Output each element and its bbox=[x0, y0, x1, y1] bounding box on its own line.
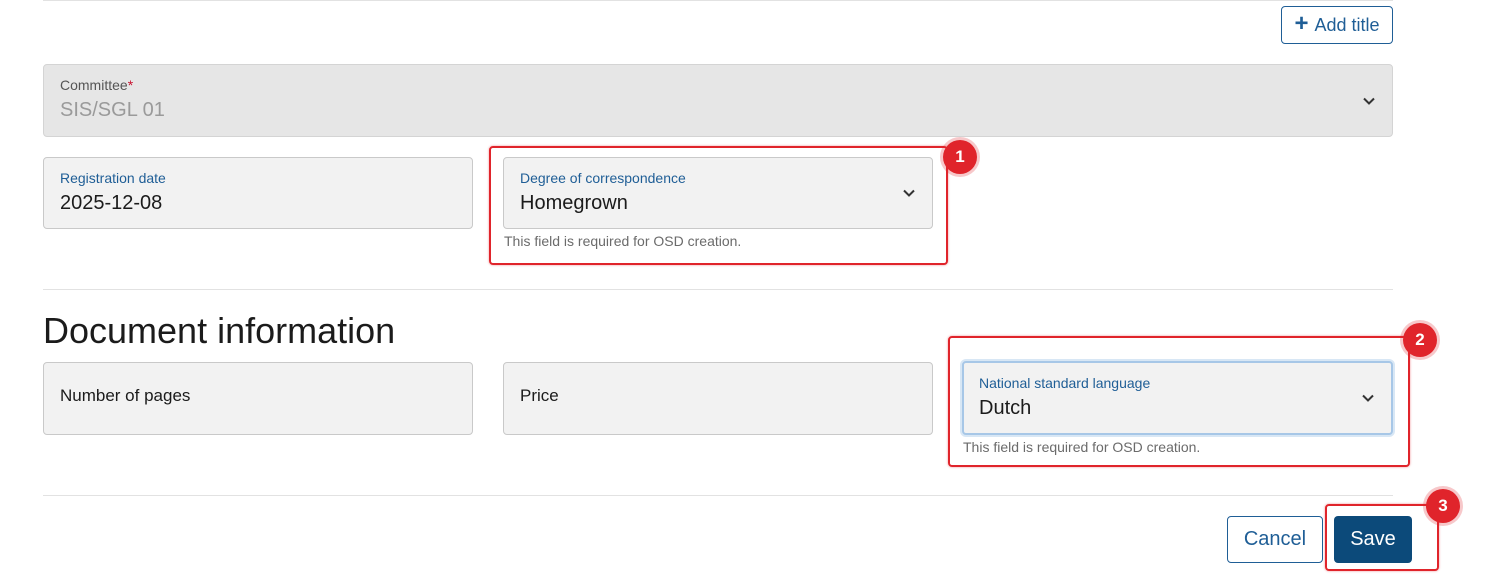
add-title-label: Add title bbox=[1314, 14, 1380, 35]
committee-select[interactable]: Committee* SIS/SGL 01 bbox=[43, 64, 1393, 137]
top-divider bbox=[43, 0, 1393, 1]
registration-date-label: Registration date bbox=[60, 170, 166, 186]
plus-icon: + bbox=[1294, 10, 1309, 37]
annotation-badge-1: 1 bbox=[943, 140, 977, 174]
committee-value: SIS/SGL 01 bbox=[60, 99, 165, 121]
annotation-box-1 bbox=[489, 146, 948, 265]
annotation-badge-3: 3 bbox=[1426, 489, 1460, 523]
section-divider bbox=[43, 289, 1393, 290]
number-of-pages-input[interactable]: Number of pages bbox=[43, 362, 473, 435]
chevron-down-icon bbox=[1362, 94, 1376, 108]
annotation-box-2 bbox=[948, 336, 1410, 467]
number-of-pages-label: Number of pages bbox=[60, 386, 191, 405]
registration-date-value: 2025-12-08 bbox=[60, 192, 163, 214]
price-label: Price bbox=[520, 386, 559, 405]
annotation-box-3 bbox=[1325, 504, 1439, 571]
add-title-button[interactable]: + Add title bbox=[1281, 6, 1393, 44]
required-asterisk: * bbox=[127, 77, 134, 93]
cancel-button[interactable]: Cancel bbox=[1227, 516, 1323, 563]
committee-label: Committee* bbox=[60, 77, 134, 93]
registration-date-field[interactable]: Registration date 2025-12-08 bbox=[43, 157, 473, 229]
footer-divider bbox=[43, 495, 1393, 496]
document-information-title: Document information bbox=[43, 310, 396, 351]
annotation-badge-2: 2 bbox=[1403, 323, 1437, 357]
price-input[interactable]: Price bbox=[503, 362, 933, 435]
